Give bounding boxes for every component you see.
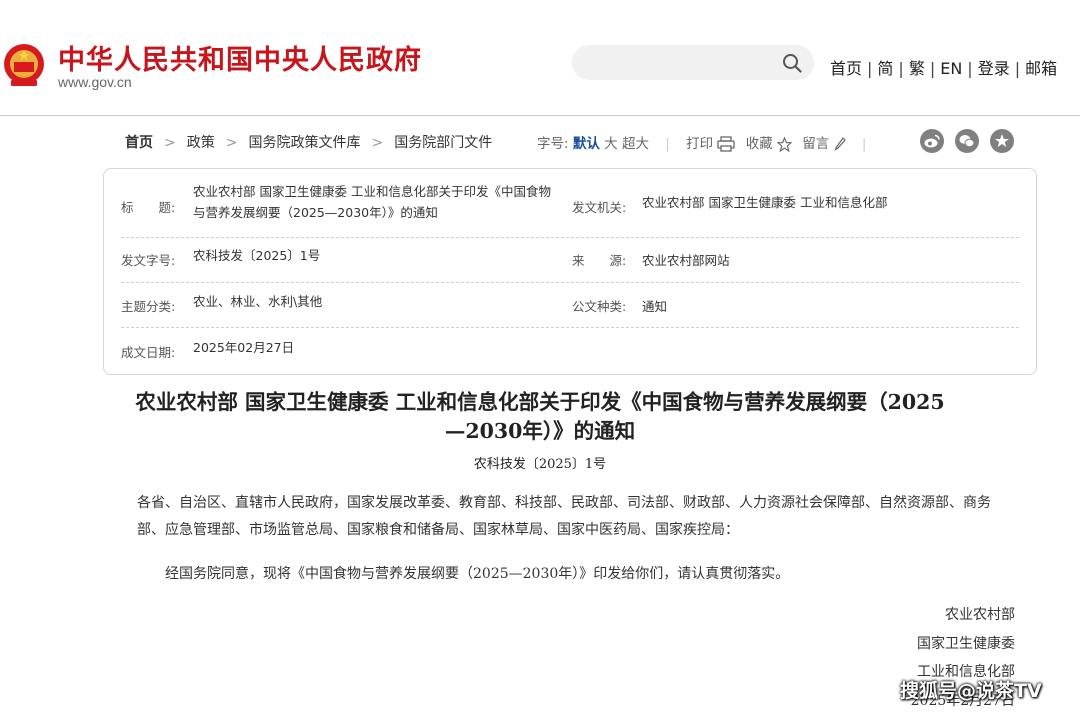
wechat-icon [959, 135, 975, 148]
document-metadata-panel: 标 题: 农业农村部 国家卫生健康委 工业和信息化部关于印发《中国食物与营养发展… [103, 168, 1037, 375]
document-title: 农业农村部 国家卫生健康委 工业和信息化部关于印发《中国食物与营养发展纲要（20… [135, 390, 945, 443]
breadcrumb-home[interactable]: 首页 [125, 135, 153, 151]
font-size-large[interactable]: 大 [604, 136, 618, 152]
breadcrumb-policy-library[interactable]: 国务院政策文件库 [248, 135, 360, 151]
meta-topic-value: 农业、林业、水利\其他 [193, 294, 323, 309]
chevron-right-icon: > [371, 135, 384, 151]
wechat-share-button[interactable] [955, 129, 979, 153]
print-button[interactable]: 打印 [686, 136, 736, 152]
page-toolbar: 字号: 默认 大 超大 | 打印 收藏 留言 | [537, 132, 878, 152]
font-size-xlarge[interactable]: 超大 [622, 136, 649, 152]
breadcrumb-policy[interactable]: 政策 [187, 135, 215, 151]
divider: | [1014, 59, 1021, 78]
national-emblem-icon[interactable] [2, 40, 46, 90]
top-link-english[interactable]: EN [940, 59, 962, 78]
favorite-label: 收藏 [745, 136, 773, 152]
top-link-mail[interactable]: 邮箱 [1025, 59, 1057, 78]
meta-row-topic: 主题分类: 农业、林业、水利\其他 公文种类: 通知 [121, 282, 1019, 328]
meta-topic-label: 主题分类: [121, 299, 176, 314]
print-icon [717, 136, 736, 152]
document-body: 经国务院同意，现将《中国食物与营养发展纲要（2025—2030年）》印发给你们，… [165, 566, 790, 582]
site-header: 中华人民共和国中央人民政府 www.gov.cn 首页 | 简 | 繁 | EN | 登录 | 邮箱 [0, 0, 1080, 116]
meta-docno-value: 农科技发〔2025〕1号 [193, 248, 321, 263]
meta-source-value: 农业农村部网站 [642, 253, 730, 268]
meta-row-date: 成文日期: 2025年02月27日 [121, 327, 1019, 367]
divider: | [967, 59, 973, 78]
pencil-icon [833, 137, 846, 151]
favorite-share-button[interactable] [990, 129, 1014, 153]
meta-title-value: 农业农村部 国家卫生健康委 工业和信息化部关于印发《中国食物与营养发展纲要（20… [193, 184, 551, 220]
meta-issuer-label: 发文机关: [572, 200, 627, 215]
print-label: 打印 [686, 136, 714, 152]
breadcrumb-bar: 首页 > 政策 > 国务院政策文件库 > 国务院部门文件 字号: 默认 大 超大 | 打印 … [0, 128, 1080, 156]
top-links: 首页 | 简 | 繁 | EN | 登录 | 邮箱 [830, 55, 1057, 79]
top-link-traditional[interactable]: 繁 [909, 59, 925, 78]
chevron-right-icon: > [164, 135, 176, 151]
meta-type-label: 公文种类: [572, 299, 627, 314]
meta-type-value: 通知 [642, 299, 668, 314]
signature-nhc: 国家卫生健康委 [917, 636, 1015, 652]
search-input[interactable] [572, 45, 814, 80]
divider: | [665, 136, 670, 152]
divider: | [867, 59, 873, 78]
font-size-label: 字号: [537, 136, 569, 152]
star-icon [777, 136, 792, 152]
favorite-star-icon [995, 134, 1009, 147]
search-icon[interactable] [782, 53, 802, 73]
meta-issuer-value: 农业农村部 国家卫生健康委 工业和信息化部 [642, 195, 888, 210]
top-link-login[interactable]: 登录 [978, 59, 1010, 78]
font-size-default[interactable]: 默认 [573, 136, 600, 152]
chevron-right-icon: > [225, 135, 238, 151]
site-title[interactable]: 中华人民共和国中央人民政府 [58, 38, 422, 77]
comment-button[interactable]: 留言 [802, 136, 846, 152]
weibo-icon [924, 134, 940, 148]
meta-docno-label: 发文字号: [121, 253, 176, 268]
meta-row-docno: 发文字号: 农科技发〔2025〕1号 来 源: 农业农村部网站 [121, 237, 1019, 283]
watermark: 搜狐号@说茶TV [900, 680, 1042, 702]
meta-row-title: 标 题: 农业农村部 国家卫生健康委 工业和信息化部关于印发《中国食物与营养发展… [121, 181, 1019, 238]
divider: | [861, 136, 867, 152]
site-url: www.gov.cn [58, 74, 132, 90]
meta-date-value: 2025年02月27日 [193, 340, 295, 355]
comment-label: 留言 [802, 136, 830, 152]
divider: | [898, 59, 904, 78]
favorite-button[interactable]: 收藏 [746, 136, 792, 152]
meta-title-label: 标 题: [121, 200, 176, 215]
weibo-share-button[interactable] [920, 129, 944, 153]
meta-source-label: 来 源: [572, 253, 627, 268]
signature-moa: 农业农村部 [945, 607, 1015, 623]
document-number: 农科技发〔2025〕1号 [473, 457, 607, 472]
document-addressees: 各省、自治区、直辖市人民政府，国家发展改革委、教育部、科技部、民政部、司法部、财… [137, 495, 991, 538]
breadcrumb: 首页 > 政策 > 国务院政策文件库 > 国务院部门文件 [125, 132, 492, 152]
divider: | [929, 59, 936, 78]
top-link-simplified[interactable]: 简 [877, 59, 893, 78]
meta-date-label: 成文日期: [121, 345, 176, 360]
breadcrumb-department-docs[interactable]: 国务院部门文件 [394, 135, 492, 151]
top-link-home[interactable]: 首页 [830, 59, 862, 78]
